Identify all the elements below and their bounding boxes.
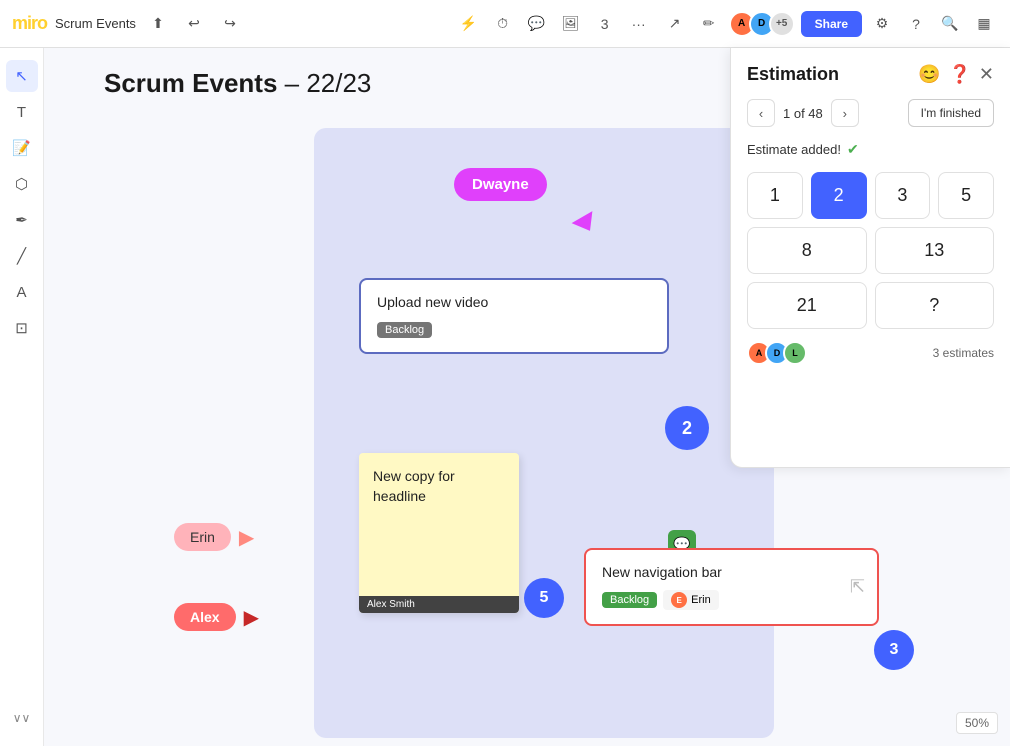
alex-pill: Alex: [174, 603, 236, 631]
board-subtitle: – 22/23: [285, 68, 372, 98]
panel-header: Estimation 😊 ❓ ✕: [747, 64, 994, 85]
line-tool[interactable]: ╱: [6, 240, 38, 272]
num-btn-unknown[interactable]: ?: [875, 282, 995, 329]
toolbar-center: ⚡ ⏱ 💬 🖼 3 ···: [455, 10, 653, 38]
erin-avatar-small: E: [671, 592, 687, 608]
toolbar-left: miro Scrum Events ⬆ ↩ ↪: [12, 10, 447, 38]
nav-backlog-badge: Backlog: [602, 592, 657, 608]
emoji-icon[interactable]: 😊: [918, 64, 940, 85]
frame-tool[interactable]: ⊡: [6, 312, 38, 344]
upload-card-title: Upload new video: [377, 294, 651, 310]
erin-user-indicator: Erin ▶: [174, 523, 254, 551]
num-btn-13[interactable]: 13: [875, 227, 995, 274]
apps-icon[interactable]: 3: [591, 10, 619, 38]
finished-button[interactable]: I'm finished: [908, 99, 994, 127]
dwayne-label: Dwayne: [454, 168, 547, 201]
pen-tool[interactable]: ✒: [6, 204, 38, 236]
share-button[interactable]: Share: [801, 11, 862, 37]
upload-backlog-badge: Backlog: [377, 322, 432, 338]
estimator-avatars: A D L: [747, 341, 807, 365]
cursor-icon[interactable]: ↗: [661, 10, 689, 38]
miro-logo: miro: [12, 13, 47, 34]
more-tools[interactable]: ∨∨: [6, 702, 38, 734]
num-btn-1[interactable]: 1: [747, 172, 803, 219]
shape-tool[interactable]: ⬡: [6, 168, 38, 200]
board-name: Scrum Events: [55, 16, 136, 31]
note-title: New copy for headline: [373, 467, 505, 506]
num-btn-3[interactable]: 3: [875, 172, 931, 219]
left-sidebar: ↖ T 📝 ⬡ ✒ ╱ A ⊡ ∨∨: [0, 48, 44, 746]
next-arrow[interactable]: ›: [831, 99, 859, 127]
est-avatar-3: L: [783, 341, 807, 365]
panel-title: Estimation: [747, 64, 839, 85]
number-grid-row3: 21 ?: [747, 282, 994, 329]
estimate-added-text: Estimate added!: [747, 142, 841, 157]
panel-footer: A D L 3 estimates: [747, 341, 994, 365]
help-circle-icon[interactable]: ❓: [948, 64, 970, 85]
grid-icon[interactable]: ▦: [970, 10, 998, 38]
num-btn-2[interactable]: 2: [811, 172, 867, 219]
estimate-bubble-2: 2: [665, 406, 709, 450]
number-grid-row2: 8 13: [747, 227, 994, 274]
check-icon: ✔: [847, 141, 859, 158]
estimate-added-banner: Estimate added! ✔: [747, 141, 994, 158]
help-icon[interactable]: ?: [902, 10, 930, 38]
num-btn-21[interactable]: 21: [747, 282, 867, 329]
toolbar-right: ↗ ✏ A D +5 Share ⚙ ? 🔍 ▦: [661, 10, 998, 38]
nav-count: 1 of 48: [783, 106, 823, 121]
close-icon[interactable]: ✕: [979, 64, 994, 85]
nav-card-badges: Backlog E Erin: [602, 590, 861, 610]
select-tool[interactable]: ↖: [6, 60, 38, 92]
upload-button[interactable]: ⬆: [144, 10, 172, 38]
timer-icon[interactable]: ⏱: [489, 10, 517, 38]
nav-erin-badge: E Erin: [663, 590, 719, 610]
zoom-indicator: 50%: [956, 712, 998, 734]
drag-icon: ⇱: [850, 577, 865, 598]
estimates-count: 3 estimates: [933, 346, 994, 360]
erin-arrow-icon: ▶: [239, 525, 254, 550]
note-tool[interactable]: 📝: [6, 132, 38, 164]
nav-card-title: New navigation bar: [602, 564, 861, 580]
arrow-tool[interactable]: A: [6, 276, 38, 308]
alex-smith-badge: Alex Smith: [359, 596, 519, 613]
alex-user-indicator: Alex ▶: [174, 603, 259, 631]
search-icon[interactable]: 🔍: [936, 10, 964, 38]
avatar-count: +5: [769, 11, 795, 37]
upload-card[interactable]: Upload new video Backlog: [359, 278, 669, 354]
erin-badge-label: Erin: [691, 594, 711, 606]
board-title-text: Scrum Events: [104, 68, 277, 98]
panel-nav: ‹ 1 of 48 › I'm finished: [747, 99, 994, 127]
pen-icon[interactable]: ✏: [695, 10, 723, 38]
lightning-icon[interactable]: ⚡: [455, 10, 483, 38]
erin-pill: Erin: [174, 523, 231, 551]
redo-button[interactable]: ↪: [216, 10, 244, 38]
chat-icon[interactable]: 💬: [523, 10, 551, 38]
number-grid-row1: 1 2 3 5: [747, 172, 994, 219]
settings-icon[interactable]: ⚙: [868, 10, 896, 38]
prev-arrow[interactable]: ‹: [747, 99, 775, 127]
note-card[interactable]: New copy for headline Alex Smith: [359, 453, 519, 613]
num-btn-5[interactable]: 5: [938, 172, 994, 219]
estimation-panel: Estimation 😊 ❓ ✕ ‹ 1 of 48 › I'm finishe…: [730, 48, 1010, 468]
text-tool[interactable]: T: [6, 96, 38, 128]
undo-button[interactable]: ↩: [180, 10, 208, 38]
nav-card[interactable]: New navigation bar Backlog E Erin ⇱: [584, 548, 879, 626]
estimate-bubble-3: 3: [874, 630, 914, 670]
panel-icons: 😊 ❓ ✕: [918, 64, 994, 85]
avatar-group: A D +5: [729, 11, 795, 37]
alex-arrow-icon: ▶: [244, 605, 259, 630]
top-toolbar: miro Scrum Events ⬆ ↩ ↪ ⚡ ⏱ 💬 🖼 3 ··· ↗ …: [0, 0, 1010, 48]
num-btn-8[interactable]: 8: [747, 227, 867, 274]
nav-arrows: ‹ 1 of 48 ›: [747, 99, 859, 127]
more-icon[interactable]: ···: [625, 10, 653, 38]
estimate-bubble-5: 5: [524, 578, 564, 618]
frame-icon[interactable]: 🖼: [557, 10, 585, 38]
